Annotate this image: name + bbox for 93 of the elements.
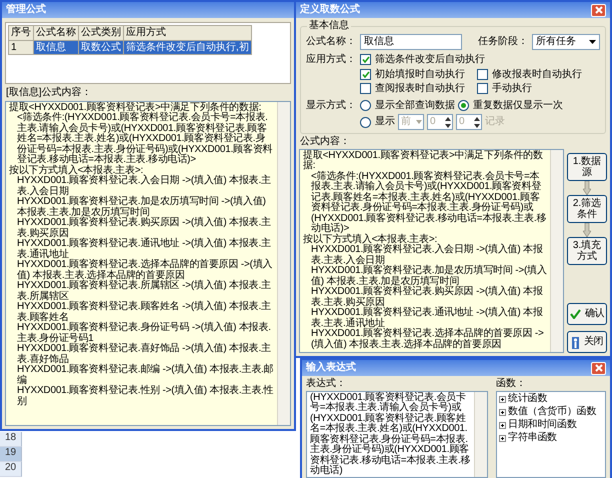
checkbox-label: 手动执行 bbox=[492, 83, 532, 94]
table-cell: 筛选条件改变后自动执行,初 bbox=[124, 40, 252, 54]
spinner-arrows-icon bbox=[474, 116, 480, 128]
text-line: HYXXD001.顾客资料登记表.购买原因 ->(填入值) 本报表.主表.购买原因 bbox=[310, 287, 544, 308]
down-arrow-icon bbox=[583, 222, 591, 236]
table-cell: 1 bbox=[8, 40, 34, 54]
text-line: <筛选条件:(HYXXD001.顾客资料登记表.会员卡号=本报表.主表.请输入会员卡号)或(HYXXD001.顾客资料登记表.顾客姓名=本报表.主表.姓名)或(HYXXD001.顾客资料登记表.身份证号码=本报表.主表.身份证号码)或(HYXXD001.顾客资料登记表.移动电话=本报表.主表.移动电话)> bbox=[311, 172, 547, 234]
row-header[interactable]: 19 bbox=[0, 447, 22, 462]
window-title: 管理公式 bbox=[6, 4, 46, 16]
table-cell: 取数公式 bbox=[78, 40, 124, 54]
caret-icon bbox=[589, 40, 596, 44]
text-line: HYXXD001.顾客资料登记表.购买原因 ->(填入值) 本报表.主表.购买原因 bbox=[16, 218, 272, 238]
step-button[interactable]: 3.填充方式 bbox=[567, 236, 607, 264]
expand-icon bbox=[499, 408, 506, 416]
checkbox-label: 查阅报表时自动执行 bbox=[375, 83, 465, 94]
name-field[interactable]: 取信息 bbox=[360, 34, 462, 50]
table-cell: 取信息 bbox=[34, 40, 78, 54]
radio-button[interactable] bbox=[360, 100, 371, 111]
text-line: HYXXD001.顾客资料登记表.性别 ->(填入值) 本报表.主表.性别 bbox=[16, 386, 274, 407]
tree-item[interactable]: 数值（含货币）函数 bbox=[508, 406, 596, 418]
text-line: HYXXD001.顾客资料登记表.加是农历填写时间 ->(填入值) 本报表.主表.加是农历填写时间 bbox=[16, 197, 266, 218]
step-button[interactable]: 1.数据源 bbox=[567, 152, 607, 180]
text-line: HYXXD001.顾客资料登记表.通讯地址 ->(填入值) 本报表.主表.通讯地址 bbox=[310, 308, 544, 328]
row-header[interactable]: 20 bbox=[0, 462, 22, 477]
checkbox[interactable] bbox=[477, 83, 488, 94]
close-button[interactable]: 关闭 bbox=[567, 331, 607, 353]
field-label: 记录 bbox=[485, 116, 505, 128]
text-line: 按以下方式填入<本报表.主表>: bbox=[303, 234, 438, 244]
field-label: 公式名称： bbox=[306, 36, 356, 48]
tree-item[interactable]: 字符串函数 bbox=[508, 432, 558, 444]
field-label: 表达式： bbox=[306, 378, 347, 390]
field-label: 应用方式： bbox=[306, 54, 356, 67]
text-line: HYXXD001.顾客资料登记表.顾客姓名 ->(填入值) 本报表.主表.顾客姓名 bbox=[16, 302, 272, 322]
text-line: HYXXD001.顾客资料登记表.加是农历填写时间 ->(填入值) 本报表.主表.加是农历填写时间 bbox=[310, 266, 547, 286]
text-line: HYXXD001.顾客资料登记表.选择本品牌的首要原因 ->(填入值) 本报表.主表.选择本品牌的首要原因 bbox=[310, 329, 545, 350]
column-header[interactable]: 序号 bbox=[8, 26, 34, 40]
text-line: HYXXD001.顾客资料登记表.入会日期 ->(填入值) 本报表.主表.入会日期 bbox=[310, 245, 543, 266]
column-header[interactable]: 应用方式 bbox=[124, 26, 252, 40]
checkbox[interactable] bbox=[360, 83, 371, 94]
scrollbar[interactable] bbox=[550, 150, 563, 352]
checkbox-label: 筛选条件改变后自动执行 bbox=[375, 54, 485, 66]
radio-button[interactable] bbox=[458, 100, 469, 111]
field-label: 函数： bbox=[496, 378, 527, 390]
window-title: 输入表达式 bbox=[306, 362, 356, 374]
checkbox[interactable] bbox=[360, 68, 371, 80]
window-title: 定义取数公式 bbox=[300, 4, 360, 16]
expand-icon bbox=[499, 434, 506, 442]
field-label: 显示方式： bbox=[306, 100, 356, 112]
expand-icon bbox=[499, 422, 506, 428]
stage-dropdown[interactable]: 所有任务 bbox=[532, 34, 600, 50]
text-line: HYXXD001.顾客资料登记表.身份证号码 ->(填入值) 本报表.主表.身份证号码1 bbox=[16, 323, 272, 344]
checkbox[interactable] bbox=[477, 68, 488, 80]
tree-item[interactable]: 统计函数 bbox=[508, 394, 548, 404]
down-arrow-icon bbox=[583, 180, 591, 194]
checkbox-label: 初始填报时自动执行 bbox=[375, 68, 465, 80]
function-tree[interactable]: 统计函数 数值（含货币）函数 日期和时间函数 字符串函数 bbox=[496, 390, 606, 478]
caret-icon bbox=[416, 120, 422, 124]
text-line: HYXXD001.顾客资料登记表.邮编 ->(填入值) 本报表.主表.邮编 bbox=[16, 365, 274, 386]
section-label: [取信息]公式内容： bbox=[6, 87, 92, 98]
tree-item[interactable]: 日期和时间函数 bbox=[508, 420, 577, 430]
column-header[interactable]: 公式名称 bbox=[34, 26, 78, 40]
text-line: HYXXD001.顾客资料登记表.通讯地址 ->(填入值) 本报表.主表.通讯地址 bbox=[16, 239, 271, 260]
close-button[interactable] bbox=[591, 362, 606, 374]
close-icon bbox=[594, 364, 602, 372]
row-header[interactable]: 18 bbox=[0, 432, 22, 447]
text-line: HYXXD001.顾客资料登记表.选择本品牌的首要原因 ->(填入值) 本报表.主表.选择本品牌的首要原因 bbox=[16, 260, 274, 280]
text-line: 按以下方式填入<本报表.主表>: bbox=[9, 166, 144, 176]
formula-text-area[interactable] bbox=[299, 148, 564, 353]
checkbox[interactable] bbox=[360, 54, 371, 66]
section-label: 公式内容： bbox=[300, 136, 350, 147]
step-button[interactable]: 2.筛选条件 bbox=[567, 194, 607, 222]
radio-label: 重复数据仅显示一次 bbox=[473, 100, 563, 111]
door-icon bbox=[571, 336, 580, 348]
close-button[interactable] bbox=[591, 4, 606, 16]
close-icon bbox=[594, 6, 602, 14]
text-line: HYXXD001.顾客资料登记表.入会日期 ->(填入值) 本报表.主表.入会日期 bbox=[16, 176, 272, 196]
text-line: HYXXD001.顾客资料登记表.所属辖区 ->(填入值) 本报表.主表.所属辖区 bbox=[16, 281, 272, 302]
spinner-arrows-icon bbox=[445, 116, 451, 128]
radio-label: 显示 bbox=[375, 116, 395, 128]
check-icon bbox=[570, 309, 581, 319]
scrollbar[interactable] bbox=[474, 392, 487, 477]
formula-text-area[interactable] bbox=[5, 100, 291, 426]
text-line: HYXXD001.顾客资料登记表.喜好饰品 ->(填入值) 本报表.主表.喜好饰品 bbox=[16, 344, 271, 364]
radio-label: 显示全部查询数据 bbox=[375, 100, 455, 111]
text-line: <筛选条件:(HYXXD001.顾客资料登记表.会员卡号=本报表.主表.请输入会员卡号)或(HYXXD001.顾客资料登记表.顾客姓名=本报表.主表.姓名)或(HYXXD001.顾客资料登记表.身份证号码=本报表.主表.身份证号码)或(HYXXD001.顾客资料登记表.移动电话=本报表.主表.移动电话)> bbox=[17, 113, 274, 165]
column-header[interactable]: 公式类别 bbox=[78, 26, 124, 40]
checkbox-label: 修改报表时自动执行 bbox=[492, 68, 582, 80]
expand-icon bbox=[499, 396, 506, 402]
scrollbar[interactable] bbox=[277, 102, 290, 425]
group-title: 基本信息 bbox=[307, 20, 351, 32]
radio-button[interactable] bbox=[360, 116, 371, 128]
confirm-button[interactable]: 确认 bbox=[567, 303, 607, 325]
field-label: 任务阶段： bbox=[478, 36, 528, 48]
